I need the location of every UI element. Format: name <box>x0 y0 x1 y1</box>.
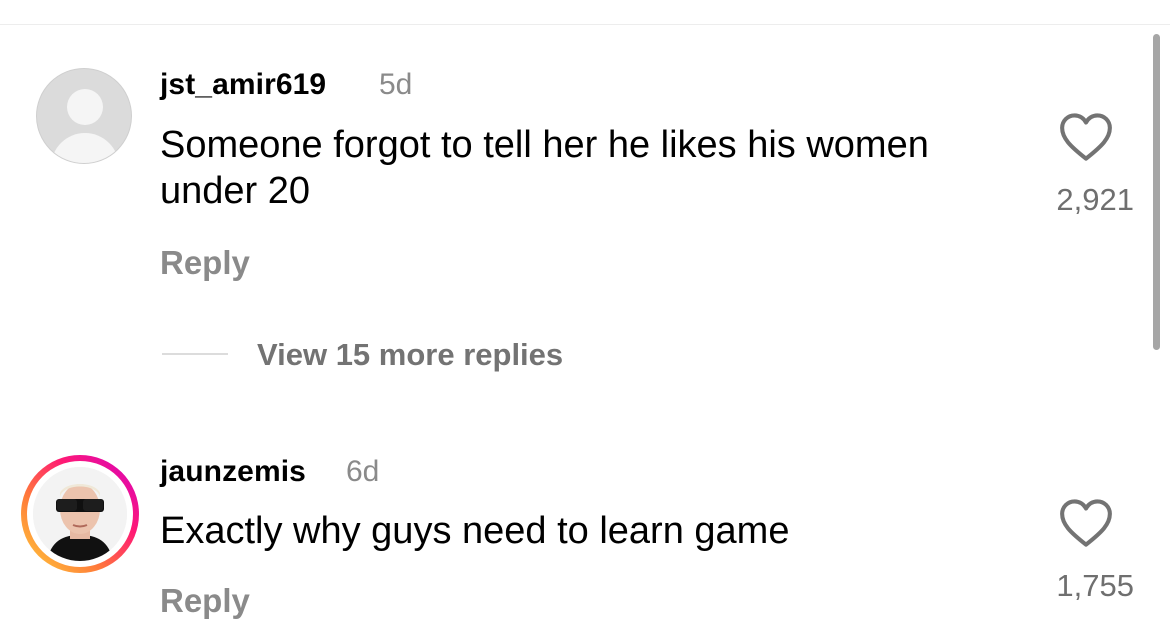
comment-text: Exactly why guys need to learn game <box>160 510 790 552</box>
like-count: 2,921 <box>1056 182 1134 217</box>
story-ring-gap <box>27 461 133 567</box>
default-avatar-head <box>67 89 103 125</box>
comment-username[interactable]: jst_amir619 <box>160 68 326 102</box>
comment-time: 6d <box>346 455 380 488</box>
avatar[interactable] <box>21 455 139 573</box>
like-count: 1,755 <box>1056 568 1134 603</box>
comment-item: jaunzemis 6d Exactly why guys need to le… <box>0 455 1150 643</box>
scrollbar[interactable] <box>1153 34 1160 350</box>
comment-time: 5d <box>379 68 413 101</box>
replies-divider <box>162 353 228 355</box>
reply-button[interactable]: Reply <box>160 582 250 620</box>
heart-icon[interactable] <box>1058 498 1114 548</box>
reply-button[interactable]: Reply <box>160 244 250 282</box>
comment-item: jst_amir619 5d Someone forgot to tell he… <box>0 68 1150 288</box>
heart-icon[interactable] <box>1058 112 1114 162</box>
comment-text: Someone forgot to tell her he likes his … <box>160 124 929 212</box>
comment-username[interactable]: jaunzemis <box>160 455 306 489</box>
top-divider <box>0 24 1170 25</box>
avatar[interactable] <box>36 68 132 164</box>
default-avatar-body <box>51 133 119 163</box>
profile-photo <box>33 467 127 561</box>
profile-photo-image <box>33 467 127 561</box>
view-more-replies-button[interactable]: View 15 more replies <box>257 337 563 373</box>
